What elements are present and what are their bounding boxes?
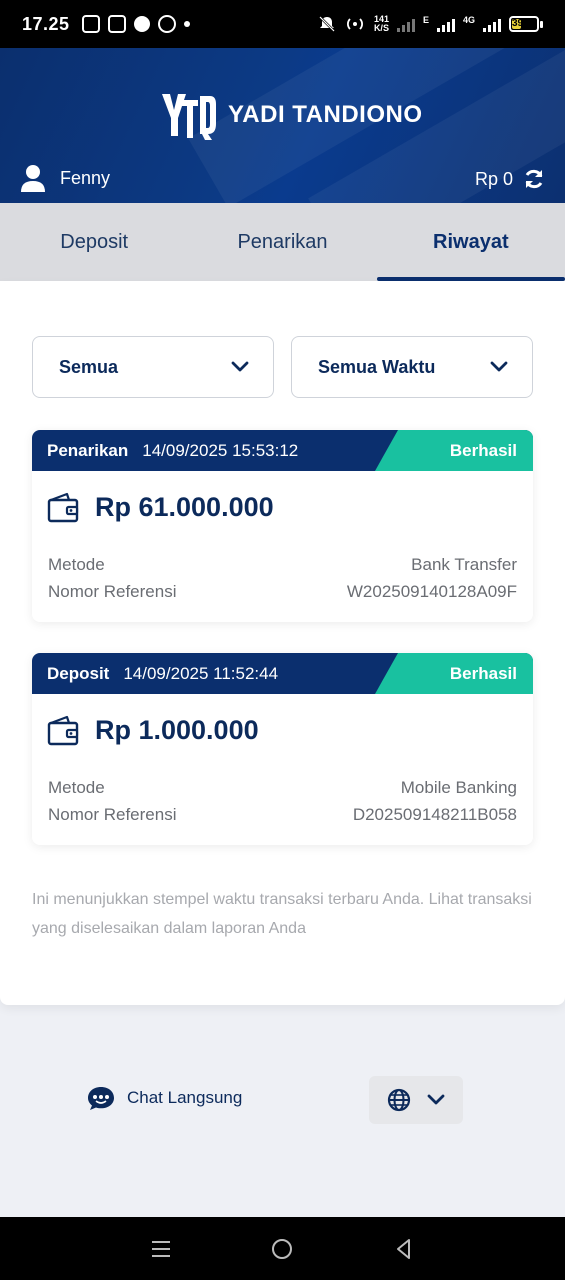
brand-mark-icon	[162, 94, 216, 140]
system-icons: 141 K/S E 4G 39	[318, 15, 543, 33]
method-value: Bank Transfer	[411, 555, 517, 574]
reference-row: Nomor Referensi W202509140128A09F	[48, 578, 517, 605]
balance-display: Rp 0	[475, 168, 545, 190]
refresh-icon[interactable]	[523, 168, 545, 190]
network-speed-unit: K/S	[373, 23, 389, 33]
history-note: Ini menunjukkan stempel waktu transaksi …	[32, 891, 532, 937]
transaction-header: Penarikan 14/09/2025 15:53:12 Berhasil	[32, 430, 533, 471]
transaction-card[interactable]: Deposit 14/09/2025 11:52:44 Berhasil Rp …	[32, 653, 533, 845]
language-selector[interactable]	[369, 1076, 463, 1124]
chevron-down-icon	[427, 1094, 445, 1105]
type-filter-select[interactable]: Semua	[32, 336, 274, 398]
live-chat-label: Chat Langsung	[127, 1088, 243, 1107]
network-speed: 141 K/S	[374, 15, 389, 33]
back-icon[interactable]	[392, 1237, 416, 1261]
transaction-details: Metode Bank Transfer Nomor Referensi W20…	[32, 523, 533, 605]
chat-icon	[88, 1087, 114, 1110]
user-icon	[21, 165, 45, 192]
wallet-icon	[47, 492, 79, 523]
notification-icons	[81, 15, 190, 33]
method-row: Metode Bank Transfer	[48, 551, 517, 578]
transaction-amount-row: Rp 61.000.000	[32, 471, 533, 523]
reference-value: D202509148211B058	[352, 805, 517, 824]
tab-riwayat[interactable]: Riwayat	[376, 203, 565, 281]
transaction-datetime: 14/09/2025 15:53:12	[142, 440, 299, 460]
app-header: YADI TANDIONO Fenny Rp 0	[0, 48, 565, 203]
status-bar: 17.25 141 K/S E 4G 39	[0, 0, 565, 48]
tab-deposit[interactable]: Deposit	[0, 203, 188, 281]
globe-icon	[387, 1088, 411, 1112]
more-notifications-icon	[183, 21, 190, 27]
battery-icon: 39	[509, 16, 543, 32]
signal-2-icon	[436, 16, 455, 32]
network-4g-label: 4G	[462, 15, 475, 25]
status-badge: Berhasil	[375, 430, 533, 471]
transaction-details: Metode Mobile Banking Nomor Referensi D2…	[32, 746, 533, 828]
method-label: Metode	[48, 555, 105, 574]
circle-notification-icon	[133, 16, 150, 32]
whatsapp-icon	[157, 15, 176, 33]
system-nav-bar	[0, 1217, 565, 1280]
type-filter-value: Semua	[59, 356, 119, 377]
period-filter-select[interactable]: Semua Waktu	[291, 336, 533, 398]
user-profile[interactable]: Fenny	[20, 164, 110, 192]
method-label: Metode	[48, 778, 105, 797]
filter-row: Semua Semua Waktu	[32, 336, 533, 398]
mute-icon	[319, 16, 335, 32]
reference-value: W202509140128A09F	[346, 582, 517, 601]
transaction-type: Deposit	[47, 663, 110, 683]
transaction-amount: Rp 1.000.000	[95, 714, 259, 745]
signal-1-icon	[396, 16, 415, 32]
tab-penarikan[interactable]: Penarikan	[188, 203, 376, 281]
user-name: Fenny	[60, 167, 111, 188]
brand-name: YADI TANDIONO	[228, 101, 423, 128]
hotspot-icon	[346, 18, 363, 30]
tab-bar: Deposit Penarikan Riwayat	[0, 203, 565, 281]
transaction-card[interactable]: Penarikan 14/09/2025 15:53:12 Berhasil R…	[32, 430, 533, 622]
transaction-amount: Rp 61.000.000	[95, 491, 274, 522]
balance-value: Rp 0	[474, 168, 513, 189]
transaction-type: Penarikan	[47, 440, 129, 460]
chevron-down-icon	[490, 361, 508, 372]
status-badge: Berhasil	[375, 653, 533, 694]
method-row: Metode Mobile Banking	[48, 774, 517, 801]
period-filter-value: Semua Waktu	[318, 356, 436, 377]
method-value: Mobile Banking	[400, 778, 517, 797]
neo-notification-icon	[107, 15, 126, 33]
status-time: 17.25	[22, 13, 70, 34]
wallet-icon	[47, 715, 79, 746]
transaction-amount-row: Rp 1.000.000	[32, 694, 533, 746]
reference-label: Nomor Referensi	[48, 582, 177, 601]
reference-row: Nomor Referensi D202509148211B058	[48, 801, 517, 828]
battery-level: 39	[512, 18, 524, 29]
reference-label: Nomor Referensi	[48, 805, 177, 824]
transaction-header: Deposit 14/09/2025 11:52:44 Berhasil	[32, 653, 533, 694]
menu-icon[interactable]	[149, 1237, 173, 1261]
signal-3-icon	[483, 16, 501, 32]
home-icon[interactable]	[270, 1237, 294, 1261]
history-panel: Semua Semua Waktu Penarikan 14/09/2025 1…	[0, 281, 565, 1005]
network-e-label: E	[422, 15, 429, 25]
live-chat-button[interactable]: Chat Langsung	[87, 1085, 242, 1111]
transaction-datetime: 14/09/2025 11:52:44	[123, 663, 279, 683]
brand-logo: YADI TANDIONO	[160, 88, 423, 142]
app-notification-icon	[81, 15, 100, 33]
chevron-down-icon	[231, 361, 249, 372]
